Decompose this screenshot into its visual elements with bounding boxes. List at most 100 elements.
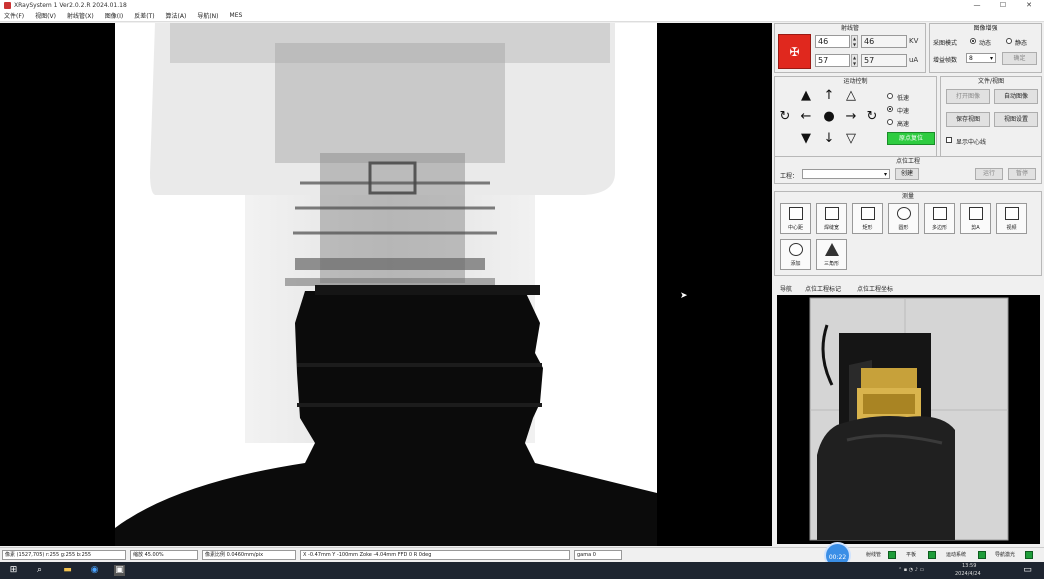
jog-up-icon[interactable]: ↑ xyxy=(821,88,837,104)
open-image-button[interactable]: 打开图像 xyxy=(946,89,990,104)
menu-file[interactable]: 文件(F) xyxy=(4,11,24,20)
ua-spinner[interactable]: ▲ ▼ xyxy=(851,54,858,67)
home-reset-button[interactable]: 原点复位 xyxy=(887,132,935,145)
tab-point-coords[interactable]: 点位工程坐标 xyxy=(857,284,893,293)
browser-icon[interactable]: ◉ xyxy=(89,565,100,576)
jog-right-icon[interactable]: → xyxy=(843,109,859,125)
save-view-button[interactable]: 保存视图 xyxy=(946,112,990,127)
xray-viewer[interactable]: ➤ xyxy=(0,23,772,546)
tab-point-marks[interactable]: 点位工程标记 xyxy=(805,284,841,293)
image-enhance-title: 图像增强 xyxy=(973,25,998,32)
speed-high-radio[interactable] xyxy=(887,119,893,125)
menu-algorithm[interactable]: 算法(A) xyxy=(166,11,187,20)
menu-mes[interactable]: MES xyxy=(230,12,243,19)
speed-slow-label: 低速 xyxy=(897,95,910,102)
maximize-button[interactable]: ☐ xyxy=(992,0,1014,10)
tool-add[interactable]: 添加 xyxy=(780,239,811,270)
triangle-icon xyxy=(825,243,839,256)
pause-project-button[interactable]: 暂停 xyxy=(1008,168,1036,180)
tool-rectangle[interactable]: 矩形 xyxy=(852,203,883,234)
project-select[interactable] xyxy=(802,169,890,179)
close-button[interactable]: ✕ xyxy=(1018,0,1040,10)
center-distance-icon xyxy=(789,207,803,220)
gain-frames-select[interactable]: 8 xyxy=(966,53,996,63)
tube-group-title: 射线管 xyxy=(840,25,859,32)
speed-mid-radio[interactable] xyxy=(887,106,893,112)
minimize-button[interactable]: — xyxy=(966,0,988,10)
mode-dynamic-radio[interactable] xyxy=(970,38,976,44)
clock-time[interactable]: 13:59 xyxy=(962,563,976,569)
jog-down-fast-icon[interactable]: ▼ xyxy=(798,131,814,147)
show-centerline-checkbox[interactable] xyxy=(946,137,952,143)
video-icon xyxy=(1005,207,1019,220)
search-icon[interactable]: ⌕ xyxy=(34,565,45,576)
speed-slow-radio[interactable] xyxy=(887,93,893,99)
tool-cut-a[interactable]: 剪A xyxy=(960,203,991,234)
view-settings-button[interactable]: 视图设置 xyxy=(994,112,1038,127)
project-label: 工程： xyxy=(780,173,799,180)
tool-weld-width[interactable]: 焊缝宽 xyxy=(816,203,847,234)
lamp-tube-label: 射线管 xyxy=(866,552,882,558)
project-group: 点位工程 工程： 创建 运行 暂停 xyxy=(774,156,1042,184)
ua-set-input[interactable]: 57 xyxy=(815,54,850,67)
ua-actual-value: 57 xyxy=(861,54,907,67)
add-icon xyxy=(789,243,803,256)
clock-date[interactable]: 2024/4/24 xyxy=(955,571,981,577)
jog-down-outline-icon[interactable]: ▽ xyxy=(843,131,859,147)
status-bar: 像素 (1527,705) r:255 g:255 b:255 缩放 45.00… xyxy=(0,547,1044,561)
mouse-cursor-icon: ➤ xyxy=(680,291,688,301)
gamma-info: gama 0 xyxy=(574,550,622,560)
file-view-title: 文件/视图 xyxy=(977,78,1005,85)
jog-up-fast-icon[interactable]: ▲ xyxy=(798,88,814,104)
xray-bottle-render xyxy=(115,23,657,546)
file-explorer-icon[interactable]: ▬ xyxy=(62,565,73,576)
tool-polygon[interactable]: 多边形 xyxy=(924,203,955,234)
tool-video[interactable]: 视频 xyxy=(996,203,1027,234)
menu-contrast[interactable]: 反差(T) xyxy=(134,11,154,20)
tool-center-distance[interactable]: 中心距 xyxy=(780,203,811,234)
xray-app-icon[interactable]: ▣ xyxy=(114,565,125,576)
tool-triangle[interactable]: 三角形 xyxy=(816,239,847,270)
control-panel: 射线管 ✠ 46 ▲ ▼ 46 KV 57 ▲ ▼ 57 uA 图像增强 采图模式 … xyxy=(772,23,1044,546)
notification-icon[interactable]: ▭ xyxy=(1022,565,1033,576)
kv-unit: KV xyxy=(909,37,919,45)
menu-image[interactable]: 图像(I) xyxy=(105,11,123,20)
windows-start-icon[interactable]: ⊞ xyxy=(8,565,19,576)
auto-image-button[interactable]: 自动图像 xyxy=(994,89,1038,104)
menu-view[interactable]: 视图(V) xyxy=(35,11,56,20)
navigation-camera-view[interactable] xyxy=(777,295,1040,544)
zoom-info: 缩放 45.00% xyxy=(130,550,198,560)
xray-image[interactable] xyxy=(115,23,657,546)
kv-set-input[interactable]: 46 xyxy=(815,35,850,48)
tool-circle[interactable]: 圆形 xyxy=(888,203,919,234)
ua-unit: uA xyxy=(909,56,919,64)
create-project-button[interactable]: 创建 xyxy=(895,168,919,180)
tab-navigation[interactable]: 导航 xyxy=(780,284,792,293)
polygon-icon xyxy=(933,207,947,220)
xray-toggle-button[interactable]: ✠ xyxy=(778,34,811,69)
acquire-mode-label: 采图模式 xyxy=(933,40,958,47)
run-project-button[interactable]: 运行 xyxy=(975,168,1003,180)
enhance-apply-button[interactable]: 确定 xyxy=(1002,52,1037,65)
jog-down-icon[interactable]: ↓ xyxy=(821,131,837,147)
jog-left-icon[interactable]: ← xyxy=(798,109,814,125)
lamp-motion xyxy=(978,551,986,559)
tray-icons[interactable]: ⌃ ▪ ◔ ♪ ▭ xyxy=(898,567,924,573)
kv-spinner[interactable]: ▲ ▼ xyxy=(851,35,858,48)
lamp-laser-label: 导航激光 xyxy=(995,552,1016,558)
menu-navigation[interactable]: 导航(N) xyxy=(197,11,218,20)
project-title: 点位工程 xyxy=(895,158,920,165)
kv-actual-value: 46 xyxy=(861,35,907,48)
rotate-cw-icon[interactable]: ↻ xyxy=(864,109,880,125)
jog-up-outline-icon[interactable]: △ xyxy=(843,88,859,104)
jog-stop-icon[interactable]: ● xyxy=(821,109,837,125)
coords-info: X -0.47mm Y -100mm Zoke -4.04mm FFD 0 R … xyxy=(300,550,570,560)
rotate-ccw-icon[interactable]: ↻ xyxy=(777,109,793,125)
rectangle-icon xyxy=(861,207,875,220)
menu-tube[interactable]: 射线管(X) xyxy=(67,11,94,20)
lamp-panel-label: 平板 xyxy=(906,552,917,558)
mode-static-radio[interactable] xyxy=(1006,38,1012,44)
tube-group: 射线管 ✠ 46 ▲ ▼ 46 KV 57 ▲ ▼ 57 uA xyxy=(774,23,926,73)
show-centerline-label: 显示中心线 xyxy=(956,139,987,146)
gain-frames-label: 增益帧数 xyxy=(933,57,958,64)
